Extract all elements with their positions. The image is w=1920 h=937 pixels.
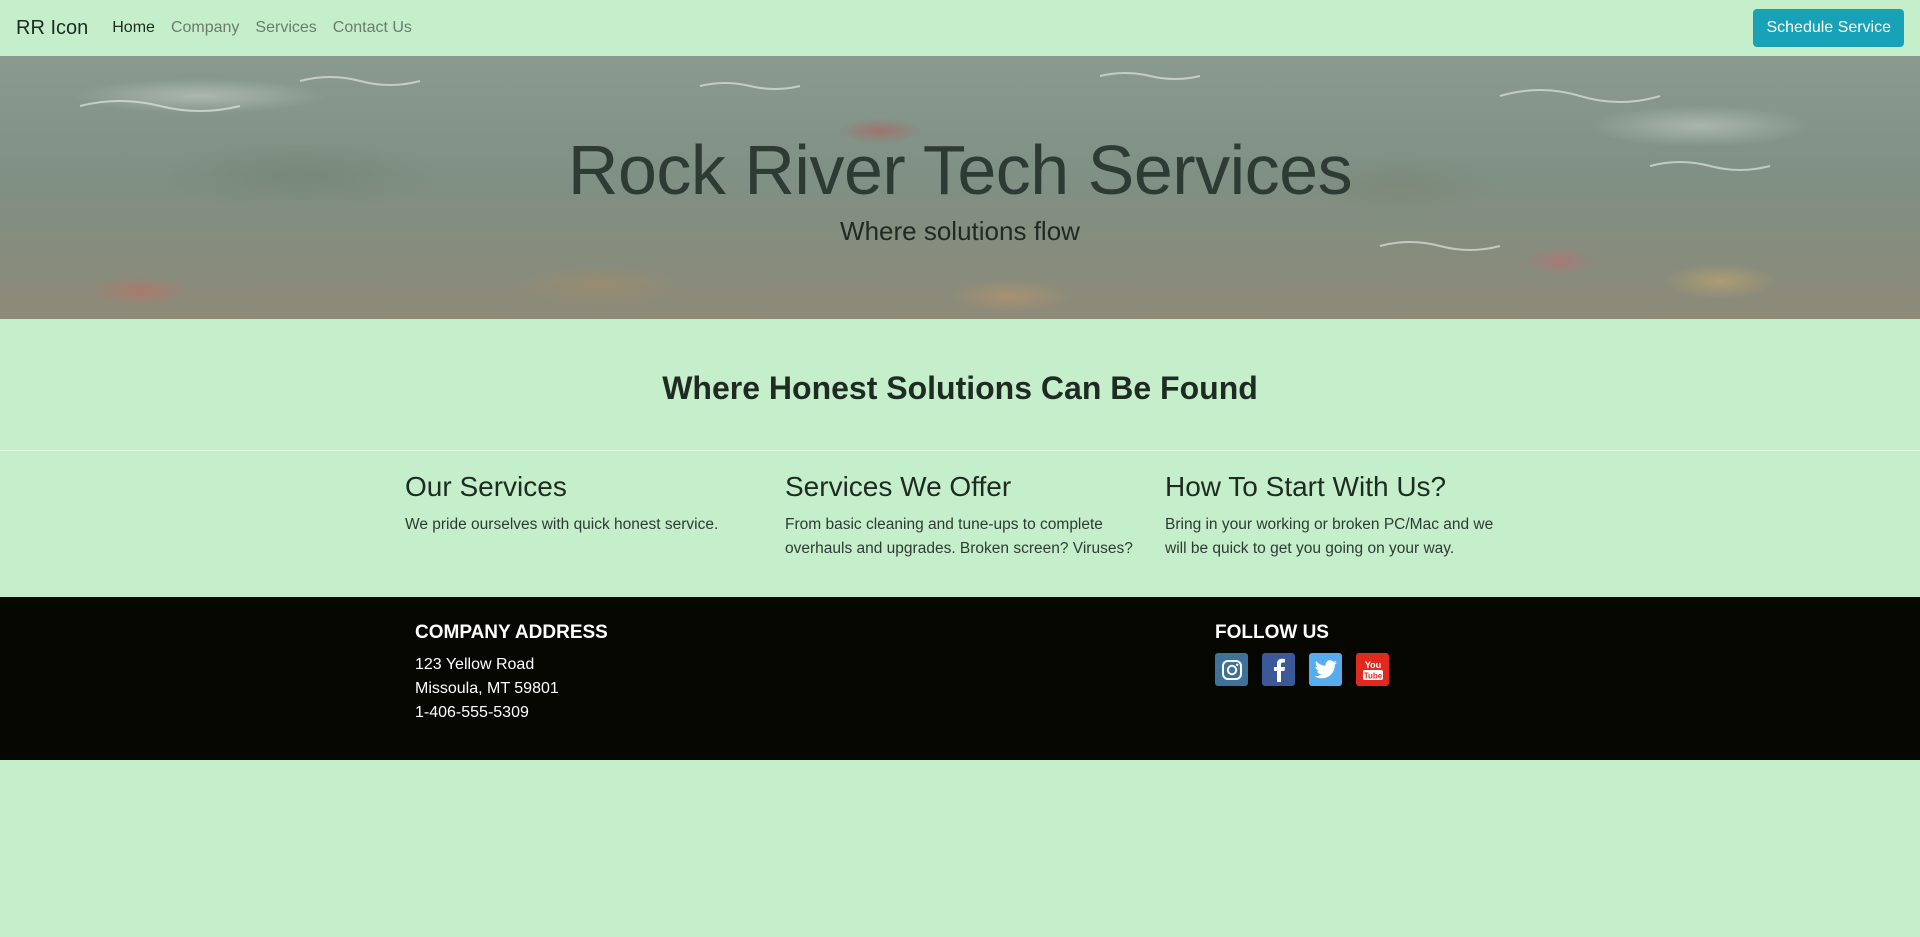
- nav-link-company[interactable]: Company: [171, 19, 239, 37]
- section-divider: [0, 450, 1920, 451]
- site-footer: COMPANY ADDRESS 123 Yellow Road Missoula…: [0, 597, 1920, 760]
- column-text: We pride ourselves with quick honest ser…: [405, 515, 719, 533]
- hero-banner: Rock River Tech Services Where solutions…: [0, 56, 1920, 319]
- nav-link-home[interactable]: Home: [112, 19, 155, 37]
- schedule-service-button[interactable]: Schedule Service: [1753, 9, 1904, 47]
- how-to-start-column: How To Start With Us? Bring in your work…: [1165, 470, 1515, 561]
- facebook-icon[interactable]: [1262, 653, 1295, 686]
- youtube-icon[interactable]: You Tube: [1356, 653, 1389, 686]
- svg-text:You: You: [1364, 660, 1380, 670]
- address-street: 123 Yellow Road: [415, 656, 535, 673]
- column-text: From basic cleaning and tune-ups to comp…: [785, 515, 1133, 557]
- hero-title: Rock River Tech Services: [567, 131, 1353, 209]
- hero-subtitle: Where solutions flow: [840, 216, 1080, 246]
- address-city: Missoula, MT 59801: [415, 680, 559, 697]
- svg-text:Tube: Tube: [1363, 671, 1382, 680]
- services-offer-column: Services We Offer From basic cleaning an…: [785, 470, 1135, 561]
- column-heading: Services We Offer: [785, 471, 1012, 502]
- follow-heading: FOLLOW US: [1215, 622, 1329, 643]
- column-text: Bring in your working or broken PC/Mac a…: [1165, 515, 1494, 557]
- tagline-heading: Where Honest Solutions Can Be Found: [662, 370, 1258, 406]
- brand-link[interactable]: RR Icon: [16, 17, 88, 40]
- column-heading: How To Start With Us?: [1165, 471, 1447, 502]
- top-navbar: RR Icon Home Company Services Contact Us…: [0, 0, 1920, 56]
- twitter-icon[interactable]: [1309, 653, 1342, 686]
- instagram-icon[interactable]: [1215, 653, 1248, 686]
- address-heading: COMPANY ADDRESS: [415, 622, 608, 643]
- our-services-column: Our Services We pride ourselves with qui…: [405, 470, 755, 537]
- company-address: 123 Yellow Road Missoula, MT 59801 1-406…: [415, 653, 559, 725]
- nav-link-services[interactable]: Services: [255, 19, 316, 37]
- column-heading: Our Services: [405, 471, 567, 502]
- address-phone: 1-406-555-5309: [415, 704, 529, 721]
- nav-link-contact[interactable]: Contact Us: [333, 19, 412, 37]
- social-links: You Tube: [1215, 653, 1403, 686]
